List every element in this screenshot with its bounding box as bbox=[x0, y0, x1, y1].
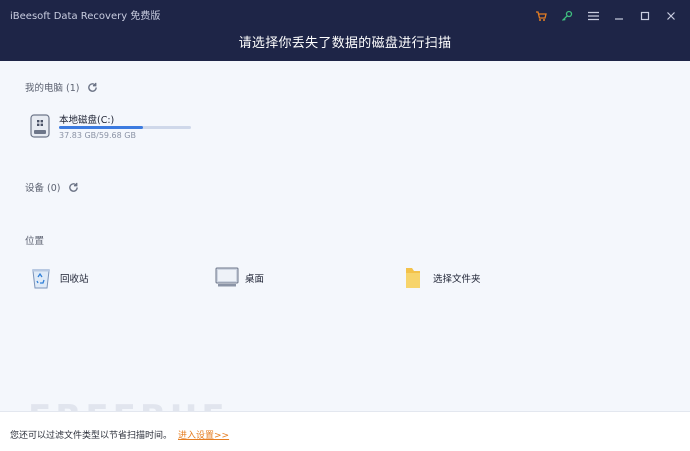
desktop-icon bbox=[215, 266, 239, 290]
maximize-icon[interactable] bbox=[638, 9, 652, 23]
my-computer-label: 我的电脑 (1) bbox=[25, 83, 80, 94]
footer: 您还可以过滤文件类型以节省扫描时间。 进入设置>> bbox=[0, 411, 690, 451]
close-icon[interactable] bbox=[664, 9, 678, 23]
settings-link[interactable]: 进入设置>> bbox=[178, 428, 229, 441]
hard-drive-icon bbox=[30, 114, 50, 138]
refresh-icon[interactable] bbox=[87, 82, 98, 93]
drive-usage-bar bbox=[59, 126, 191, 129]
location-desktop[interactable]: 桌面 bbox=[215, 263, 264, 293]
choose-folder-label: 选择文件夹 bbox=[433, 274, 481, 285]
locations-section-label: 位置 bbox=[25, 233, 44, 247]
minimize-icon[interactable] bbox=[612, 9, 626, 23]
my-computer-section-label: 我的电脑 (1) bbox=[25, 80, 98, 94]
drive-usage-fill bbox=[59, 126, 143, 129]
menu-icon[interactable] bbox=[586, 9, 600, 23]
devices-label: 设备 (0) bbox=[25, 183, 61, 194]
recycle-bin-icon bbox=[30, 266, 52, 290]
key-icon[interactable] bbox=[560, 9, 574, 23]
location-recycle-bin[interactable]: 回收站 bbox=[30, 263, 89, 293]
locations-label: 位置 bbox=[25, 236, 45, 247]
page-title: 请选择你丢失了数据的磁盘进行扫描 bbox=[238, 36, 452, 51]
app-title: iBeesoft Data Recovery 免费版 bbox=[10, 11, 161, 22]
devices-section-label: 设备 (0) bbox=[25, 180, 79, 194]
window-controls bbox=[534, 8, 678, 24]
drive-size: 37.83 GB/59.68 GB bbox=[59, 131, 136, 140]
footer-hint: 您还可以过滤文件类型以节省扫描时间。 bbox=[10, 431, 173, 441]
title-bar: iBeesoft Data Recovery 免费版 请选择你丢失了数据的磁盘进… bbox=[0, 0, 690, 61]
cart-icon[interactable] bbox=[534, 9, 548, 23]
refresh-icon[interactable] bbox=[68, 182, 79, 193]
location-choose-folder[interactable]: 选择文件夹 bbox=[403, 263, 481, 293]
drive-item-c[interactable]: 本地磁盘(C:) 37.83 GB/59.68 GB bbox=[28, 111, 198, 143]
drive-name: 本地磁盘(C:) bbox=[59, 115, 115, 126]
folder-icon bbox=[403, 266, 425, 290]
recycle-bin-label: 回收站 bbox=[60, 274, 89, 285]
desktop-label: 桌面 bbox=[245, 274, 265, 285]
